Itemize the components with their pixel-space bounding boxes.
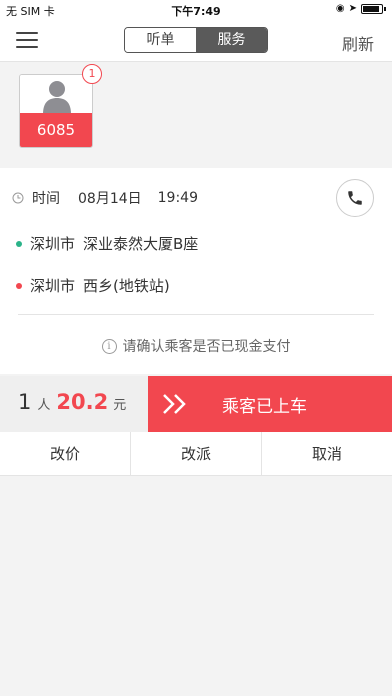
status-icons: ◉ ➤	[336, 3, 386, 14]
tab-listen-orders[interactable]: 听单	[125, 28, 196, 52]
status-bar: 无 SIM 卡 下午7:49 ◉ ➤	[0, 0, 392, 20]
clock: 下午7:49	[171, 5, 221, 18]
dropoff-address: 深圳市 西乡(地铁站)	[16, 275, 170, 296]
location-arrow-icon: ➤	[348, 3, 357, 14]
passenger-code: 6085	[20, 113, 92, 147]
battery-icon	[361, 3, 383, 14]
passenger-area: 6085 1	[0, 62, 392, 168]
currency-label: 元	[113, 398, 127, 413]
pickup-city: 深圳市	[30, 235, 76, 253]
trip-time-row: 时间 08月14日 19:49	[12, 188, 198, 208]
call-passenger-button[interactable]	[336, 179, 374, 217]
divider	[18, 314, 374, 315]
time-label: 时间	[32, 191, 60, 207]
pickup-dot-icon	[16, 240, 22, 247]
passenger-boarded-label: 乘客已上车	[222, 397, 307, 417]
person-avatar-icon	[43, 81, 71, 114]
trip-info: 时间 08月14日 19:49 深圳市 深业泰然大厦B座 深圳市 西乡(地铁站)…	[0, 168, 392, 374]
refresh-button[interactable]: 刷新	[342, 31, 374, 55]
passenger-count: 1	[18, 390, 32, 414]
trip-time: 19:49	[157, 190, 198, 206]
cancel-order-button[interactable]: 取消	[262, 432, 392, 475]
dropoff-city: 深圳市	[30, 277, 76, 295]
double-chevron-right-icon	[163, 394, 186, 414]
passenger-boarded-button[interactable]: 乘客已上车	[148, 376, 392, 432]
dropoff-dot-icon	[16, 282, 22, 289]
pickup-place: 深业泰然大厦B座	[83, 235, 199, 253]
passenger-unit: 人	[37, 398, 51, 413]
change-price-button[interactable]: 改价	[0, 432, 131, 475]
pickup-address: 深圳市 深业泰然大厦B座	[16, 233, 198, 254]
hamburger-menu-icon[interactable]	[16, 32, 38, 50]
trip-date: 08月14日	[78, 191, 142, 207]
clock-icon	[12, 192, 24, 204]
payment-notice-text: 请确认乘客是否已现金支付	[122, 339, 291, 355]
nav-bar: 听单 服务 刷新	[0, 20, 392, 62]
tab-service[interactable]: 服务	[196, 28, 267, 52]
mode-segmented-control: 听单 服务	[124, 27, 268, 53]
order-actions: 改价 改派 取消	[0, 432, 392, 476]
passenger-count-badge: 1	[82, 64, 102, 84]
lock-rotation-icon: ◉	[335, 3, 345, 14]
reassign-button[interactable]: 改派	[131, 432, 262, 475]
fare-amount: 20.2	[56, 390, 109, 414]
fare-summary: 1 人 20.2 元	[0, 376, 148, 432]
passenger-card[interactable]: 6085	[19, 74, 93, 148]
phone-icon	[348, 191, 362, 205]
dropoff-place: 西乡(地铁站)	[83, 277, 170, 295]
info-icon: i	[101, 338, 117, 354]
payment-notice: i 请确认乘客是否已现金支付	[0, 336, 392, 356]
action-bar: 1 人 20.2 元 乘客已上车	[0, 376, 392, 432]
